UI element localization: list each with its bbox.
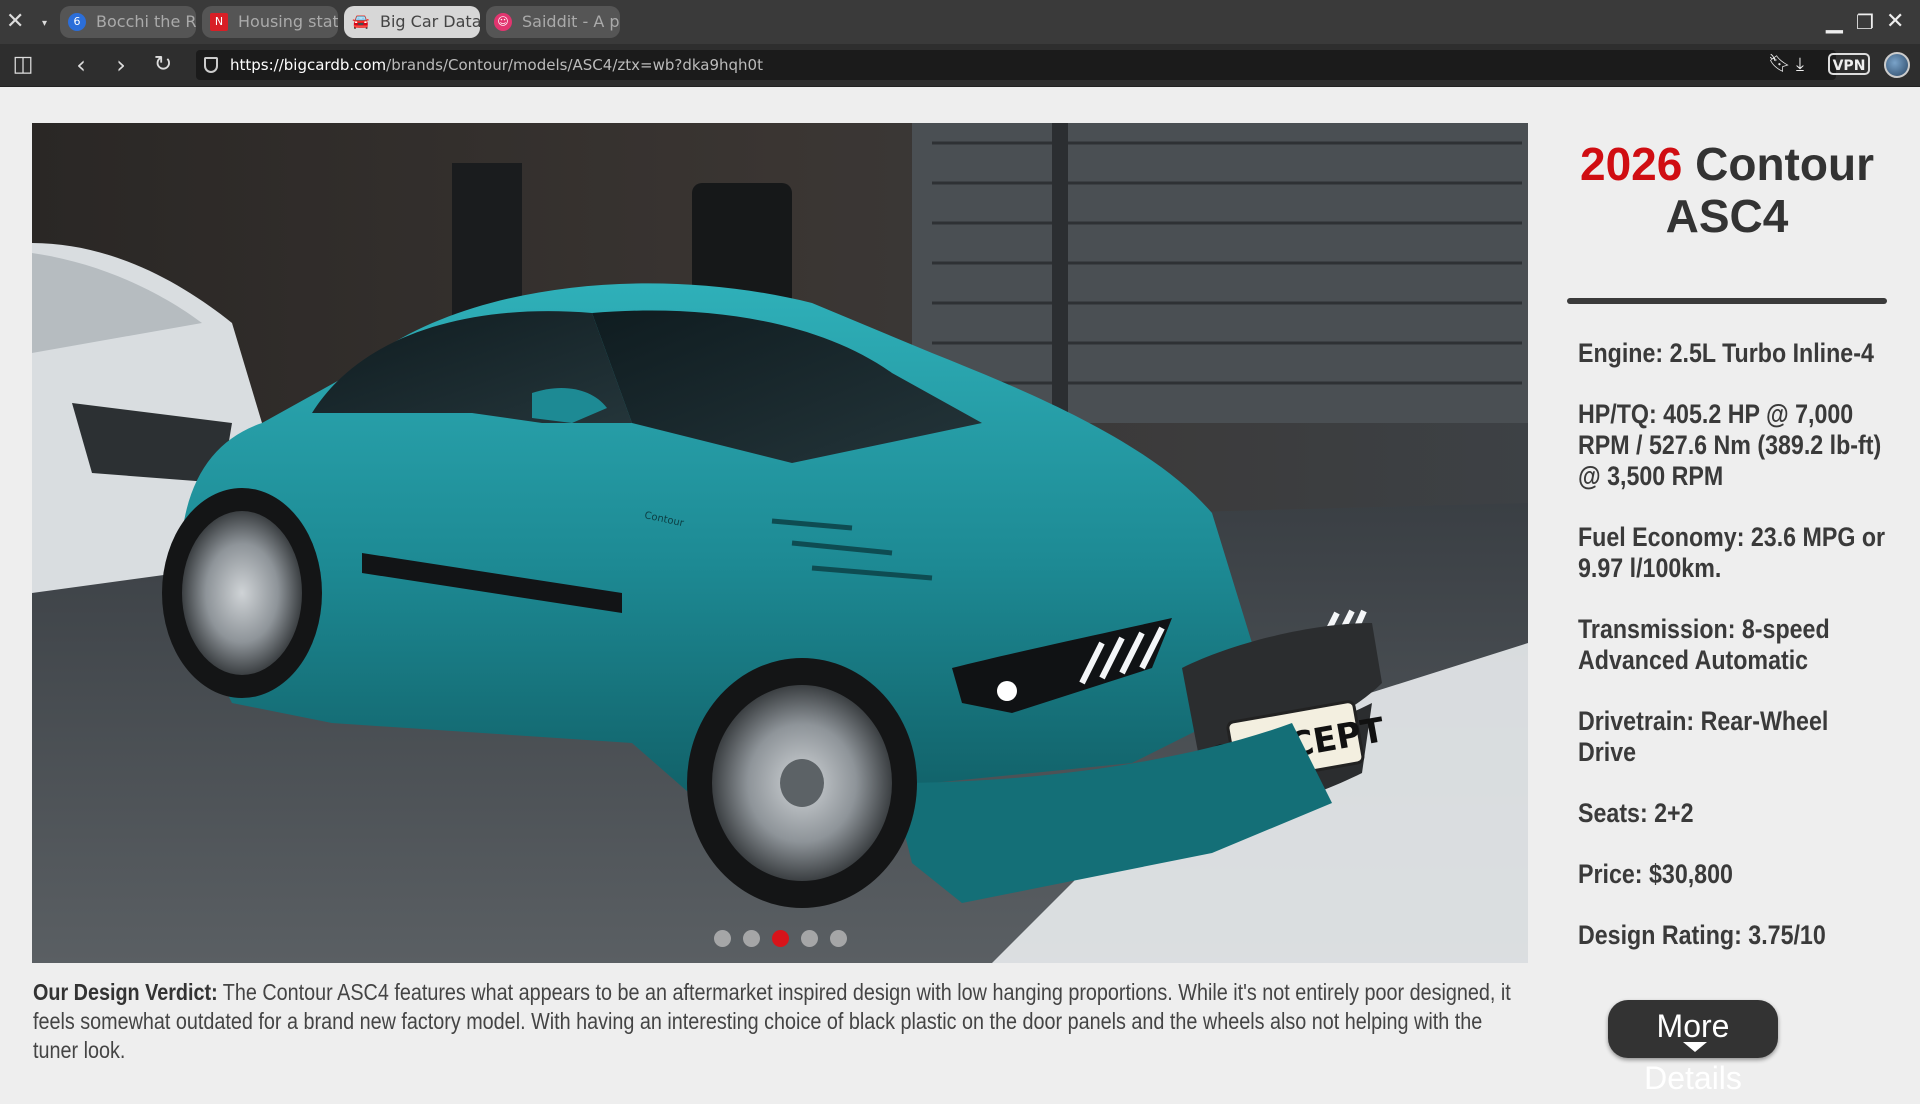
- spec-transmission: Transmission: 8-speed Advanced Automatic: [1578, 614, 1830, 675]
- shield-icon: [204, 57, 218, 73]
- reload-icon[interactable]: ↻: [148, 50, 178, 80]
- netflix-n-icon: N: [210, 13, 228, 31]
- alien-icon: ☺: [494, 13, 512, 31]
- maximize-icon[interactable]: ❐: [1856, 8, 1874, 36]
- carousel-dot[interactable]: [742, 930, 760, 947]
- carousel-dot[interactable]: [829, 930, 847, 947]
- spec-fuel-economy: Fuel Economy: 23.6 MPG or 9.97 l/100km.: [1578, 522, 1886, 583]
- forward-icon[interactable]: ›: [106, 50, 136, 80]
- car-image-carousel[interactable]: CONCEPT Contour: [32, 123, 1528, 963]
- browser-nav-bar: ◫ ‹ › ↻ https://bigcardb.com/brands/Cont…: [0, 44, 1920, 87]
- tab-saiddit[interactable]: ☺ Saiddit - A p: [486, 6, 620, 38]
- avatar[interactable]: [1884, 52, 1910, 78]
- model-year: 2026: [1580, 138, 1683, 190]
- divider: [1567, 298, 1887, 304]
- browser-menu-icon[interactable]: ✕ ▾: [6, 8, 50, 36]
- carousel-dot[interactable]: [800, 930, 818, 947]
- url-text: https://bigcardb.com/brands/Contour/mode…: [230, 56, 763, 74]
- spec-engine: Engine: 2.5L Turbo Inline-4: [1578, 338, 1874, 368]
- more-details-button[interactable]: More Details: [1608, 1000, 1778, 1096]
- spec-hp-tq: HP/TQ: 405.2 HP @ 7,000 RPM / 527.6 Nm (…: [1578, 399, 1882, 491]
- spec-price: Price: $30,800: [1578, 859, 1733, 889]
- tab-housing[interactable]: N Housing stat: [202, 6, 338, 38]
- more-details-label: More Details: [1644, 1008, 1742, 1096]
- carousel-dot[interactable]: [713, 930, 731, 947]
- verdict-label: Our Design Verdict:: [33, 979, 218, 1005]
- tab-big-car-data[interactable]: 🚘 Big Car Data: [344, 6, 480, 38]
- model-name-line1: Contour: [1695, 138, 1874, 190]
- browser-tab-bar: ✕ ▾ 6 Bocchi the R N Housing stat 🚘 Big C…: [0, 0, 1920, 44]
- bookmark-icon[interactable]: 🔖︎: [1768, 49, 1791, 79]
- carousel-dots: [32, 930, 1528, 951]
- tab-label: Big Car Data: [380, 12, 480, 31]
- verdict-text: The Contour ASC4 features what appears t…: [33, 979, 1511, 1063]
- model-name-line2: ASC4: [1665, 190, 1789, 242]
- tab-label: Bocchi the R: [96, 12, 196, 31]
- close-icon[interactable]: ✕: [1886, 8, 1904, 36]
- tab-label: Saiddit - A p: [522, 12, 620, 31]
- sidebar-toggle-icon[interactable]: ◫: [8, 50, 38, 80]
- car-icon: 🚘: [352, 14, 370, 30]
- vpn-button[interactable]: VPN: [1828, 53, 1870, 75]
- tab-label: Housing stat: [238, 12, 338, 31]
- download-icon[interactable]: ⤓: [1796, 50, 1804, 80]
- spec-seats: Seats: 2+2: [1578, 798, 1694, 828]
- back-icon[interactable]: ‹: [66, 50, 96, 80]
- chevron-down-icon: [1683, 1042, 1707, 1052]
- spec-drivetrain: Drivetrain: Rear-Wheel Drive: [1578, 706, 1829, 767]
- design-verdict: Our Design Verdict: The Contour ASC4 fea…: [33, 978, 1528, 1065]
- page-title: 2026 Contour ASC4: [1562, 138, 1892, 242]
- number-6-icon: 6: [68, 13, 86, 31]
- spec-design-rating: Design Rating: 3.75/10: [1578, 920, 1826, 950]
- tab-bocchi[interactable]: 6 Bocchi the R: [60, 6, 196, 38]
- carousel-dot-active[interactable]: [771, 930, 789, 947]
- car-photo: CONCEPT Contour: [32, 123, 1528, 963]
- spec-list: Engine: 2.5L Turbo Inline-4 HP/TQ: 405.2…: [1578, 338, 1898, 981]
- minimize-icon[interactable]: ▁: [1826, 8, 1843, 36]
- address-bar[interactable]: https://bigcardb.com/brands/Contour/mode…: [196, 50, 1836, 80]
